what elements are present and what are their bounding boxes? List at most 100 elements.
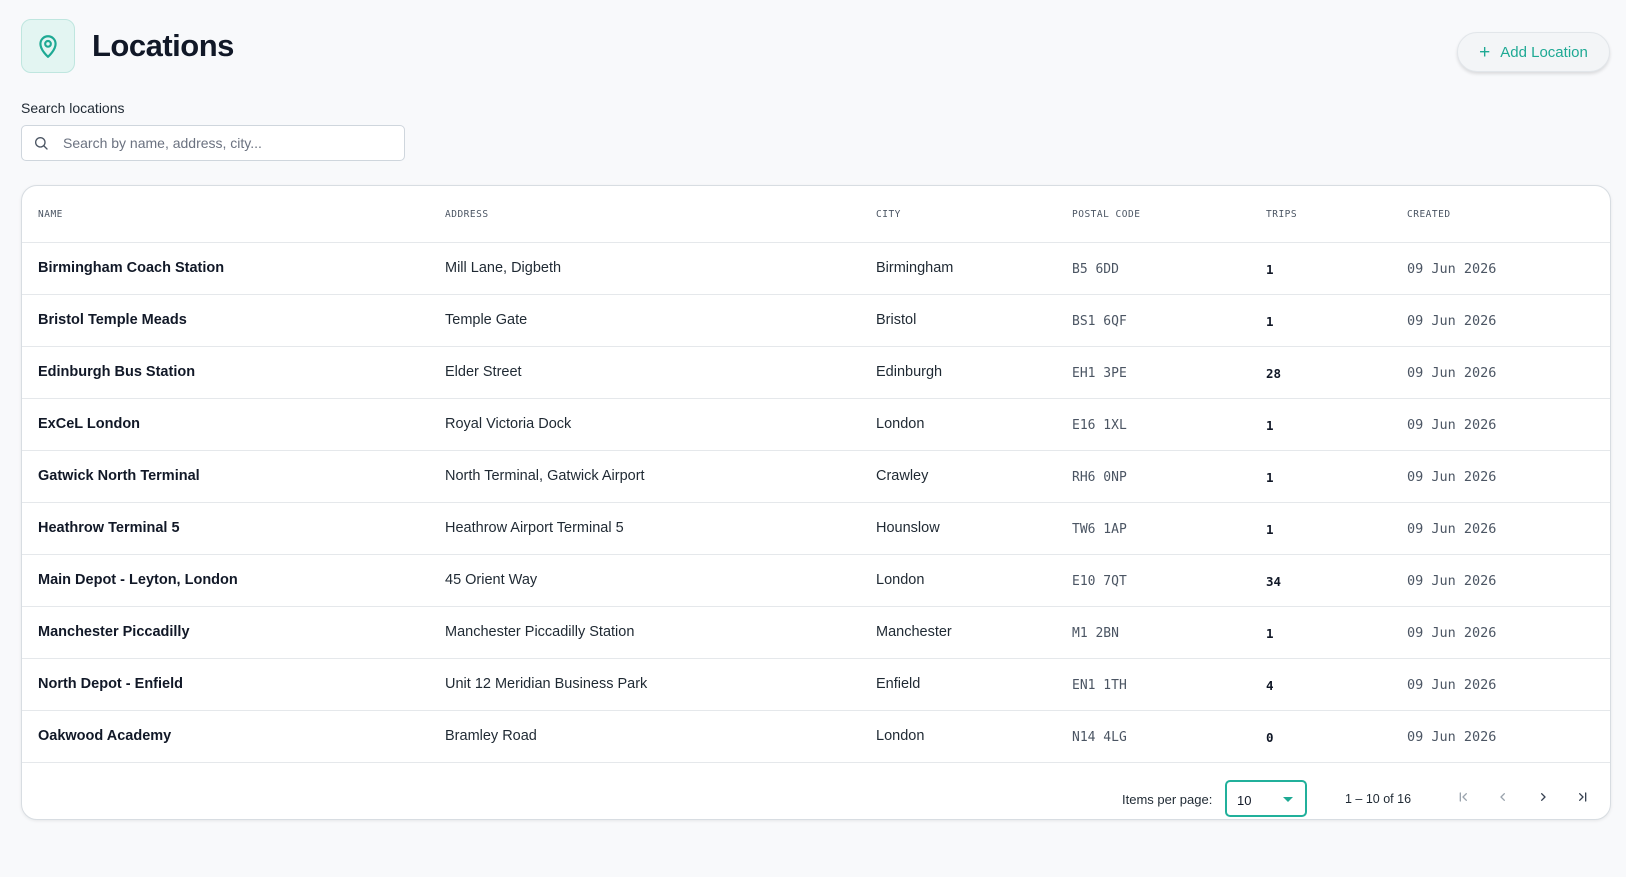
last-page-button[interactable] bbox=[1571, 785, 1595, 809]
location-postal-code: RH6 0NP bbox=[1072, 470, 1127, 485]
location-postal-code: E16 1XL bbox=[1072, 418, 1127, 433]
location-created: 09 Jun 2026 bbox=[1407, 417, 1497, 433]
location-trips: 4 bbox=[1266, 678, 1274, 693]
location-postal-code: N14 4LG bbox=[1072, 730, 1127, 745]
location-trips: 1 bbox=[1266, 470, 1274, 485]
table-row[interactable]: Edinburgh Bus Station Elder Street Edinbur… bbox=[22, 347, 1610, 399]
location-address: Royal Victoria Dock bbox=[445, 416, 572, 432]
location-name: Gatwick North Terminal bbox=[38, 468, 200, 484]
add-location-label: Add Location bbox=[1500, 43, 1588, 61]
table-row[interactable]: Main Depot - Leyton, London 45 Orient Way… bbox=[22, 555, 1610, 607]
table-body: Birmingham Coach Station Mill Lane, Digbe… bbox=[22, 243, 1610, 763]
previous-page-button[interactable] bbox=[1491, 785, 1515, 809]
location-address: 45 Orient Way bbox=[445, 572, 538, 588]
location-city: London bbox=[876, 416, 925, 432]
location-city: Bristol bbox=[876, 312, 917, 328]
location-address: Unit 12 Meridian Business Park bbox=[445, 676, 648, 692]
location-city: London bbox=[876, 728, 925, 744]
location-trips: 1 bbox=[1266, 418, 1274, 433]
search-field[interactable] bbox=[21, 125, 405, 161]
location-name: Main Depot - Leyton, London bbox=[38, 572, 238, 588]
location-postal-code: E10 7QT bbox=[1072, 574, 1127, 589]
location-postal-code: EH1 3PE bbox=[1072, 366, 1127, 381]
location-city: Hounslow bbox=[876, 520, 940, 536]
column-header-postal-code[interactable]: Postal Code bbox=[1072, 209, 1140, 220]
location-city: Enfield bbox=[876, 676, 921, 692]
location-city: Crawley bbox=[876, 468, 929, 484]
location-postal-code: EN1 1TH bbox=[1072, 678, 1127, 693]
column-header-address[interactable]: Address bbox=[445, 209, 489, 220]
location-name: Edinburgh Bus Station bbox=[38, 364, 196, 380]
paginator: Items per page: 10 1 – 10 of 16 bbox=[22, 773, 1610, 819]
location-created: 09 Jun 2026 bbox=[1407, 365, 1497, 381]
location-trips: 34 bbox=[1266, 574, 1282, 589]
location-address: Bramley Road bbox=[445, 728, 537, 744]
location-postal-code: BS1 6QF bbox=[1072, 314, 1127, 329]
location-created: 09 Jun 2026 bbox=[1407, 625, 1497, 641]
location-created: 09 Jun 2026 bbox=[1407, 469, 1497, 485]
location-created: 09 Jun 2026 bbox=[1407, 729, 1497, 745]
next-page-icon bbox=[1541, 793, 1546, 801]
table-row[interactable]: Birmingham Coach Station Mill Lane, Digbe… bbox=[22, 243, 1610, 295]
last-page-icon bbox=[1579, 792, 1587, 802]
previous-page-icon bbox=[1500, 793, 1505, 801]
range-label: 1 – 10 of 16 bbox=[1345, 792, 1412, 806]
location-created: 09 Jun 2026 bbox=[1407, 677, 1497, 693]
table-header-row: Name Address City Postal Code Trips Crea… bbox=[22, 186, 1610, 243]
location-name: ExCeL London bbox=[38, 416, 141, 432]
column-header-city[interactable]: City bbox=[876, 209, 901, 220]
table-row[interactable]: Bristol Temple Meads Temple Gate Bristol BS… bbox=[22, 295, 1610, 347]
column-header-created[interactable]: Created bbox=[1407, 209, 1451, 220]
table-row[interactable]: Manchester Piccadilly Manchester Piccadil… bbox=[22, 607, 1610, 659]
location-postal-code: TW6 1AP bbox=[1072, 522, 1127, 537]
page-header: Locations bbox=[21, 19, 234, 73]
search-label: Search locations bbox=[21, 100, 125, 116]
plus-icon: + bbox=[1479, 41, 1491, 63]
first-page-icon bbox=[1459, 792, 1467, 802]
locations-table: Name Address City Postal Code Trips Crea… bbox=[21, 185, 1611, 820]
table-row[interactable]: North Depot - Enfield Unit 12 Meridian Bu… bbox=[22, 659, 1610, 711]
next-page-button[interactable] bbox=[1531, 785, 1555, 809]
search-icon bbox=[33, 135, 49, 151]
location-city: London bbox=[876, 572, 925, 588]
column-header-name[interactable]: Name bbox=[38, 209, 63, 220]
add-location-button[interactable]: + Add Location bbox=[1457, 32, 1610, 72]
location-address: Temple Gate bbox=[445, 312, 528, 328]
location-trips: 1 bbox=[1266, 262, 1274, 277]
location-created: 09 Jun 2026 bbox=[1407, 521, 1497, 537]
location-address: Mill Lane, Digbeth bbox=[445, 260, 562, 276]
location-trips: 1 bbox=[1266, 626, 1274, 641]
location-address: North Terminal, Gatwick Airport bbox=[445, 468, 645, 484]
table-row[interactable]: Oakwood Academy Bramley Road London N14 4LG… bbox=[22, 711, 1610, 763]
items-per-page-label: Items per page: bbox=[1122, 792, 1213, 807]
location-address: Heathrow Airport Terminal 5 bbox=[445, 520, 624, 536]
column-header-trips[interactable]: Trips bbox=[1266, 209, 1297, 220]
location-address: Elder Street bbox=[445, 364, 522, 380]
location-trips: 28 bbox=[1266, 366, 1282, 381]
location-trips: 0 bbox=[1266, 730, 1274, 745]
location-postal-code: M1 2BN bbox=[1072, 626, 1119, 641]
table-row[interactable]: ExCeL London Royal Victoria Dock London E16… bbox=[22, 399, 1610, 451]
location-city: Edinburgh bbox=[876, 364, 943, 380]
location-postal-code: B5 6DD bbox=[1072, 262, 1119, 277]
location-address: Manchester Piccadilly Station bbox=[445, 624, 635, 640]
map-pin-icon bbox=[21, 19, 75, 73]
table-row[interactable]: Heathrow Terminal 5 Heathrow Airport Term… bbox=[22, 503, 1610, 555]
location-trips: 1 bbox=[1266, 522, 1274, 537]
location-trips: 1 bbox=[1266, 314, 1274, 329]
location-city: Manchester bbox=[876, 624, 952, 640]
location-created: 09 Jun 2026 bbox=[1407, 261, 1497, 277]
first-page-button[interactable] bbox=[1451, 785, 1475, 809]
page-title: Locations bbox=[92, 28, 234, 63]
items-per-page-value: 10 bbox=[1237, 793, 1252, 808]
items-per-page-select[interactable]: 10 bbox=[1225, 780, 1307, 817]
search-input[interactable] bbox=[63, 135, 363, 151]
location-name: North Depot - Enfield bbox=[38, 676, 183, 692]
location-created: 09 Jun 2026 bbox=[1407, 573, 1497, 589]
location-name: Manchester Piccadilly bbox=[38, 624, 190, 640]
table-row[interactable]: Gatwick North Terminal North Terminal, Ga… bbox=[22, 451, 1610, 503]
location-name: Oakwood Academy bbox=[38, 728, 172, 744]
location-name: Bristol Temple Meads bbox=[38, 312, 187, 328]
location-created: 09 Jun 2026 bbox=[1407, 313, 1497, 329]
location-city: Birmingham bbox=[876, 260, 954, 276]
